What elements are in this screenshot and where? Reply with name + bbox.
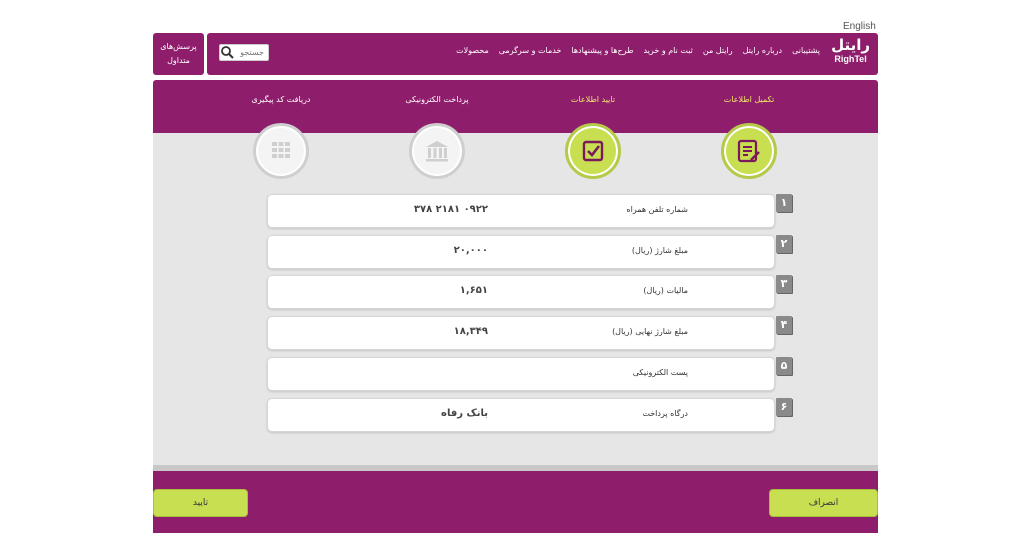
row-label: مبلغ شارژ (ریال) (631, 246, 688, 255)
row-number: ۲ (776, 235, 792, 253)
row-value: ۱,۶۵۱ (459, 285, 488, 296)
row-number: ۳ (776, 275, 792, 293)
faq-label-line2: متداول (167, 56, 190, 65)
info-row-tax: مالیات (ریال) ۱,۶۵۱ (267, 275, 775, 309)
edit-form-icon (737, 139, 760, 163)
nav-item-support[interactable]: پشتیبانی (792, 46, 820, 55)
faq-label-line1: پرسش‌های (160, 42, 197, 51)
step-circle (409, 123, 465, 179)
page: English پرسش‌های متداول محصولات خدمات و … (0, 0, 1024, 544)
step-circle (253, 123, 309, 179)
step-label: تایید اطلاعات (570, 95, 616, 104)
nav-item-products[interactable]: محصولات (456, 46, 489, 55)
step-label: پرداخت الکترونیکی (405, 95, 469, 104)
row-label: درگاه پرداخت (642, 409, 688, 418)
nav-item-register[interactable]: ثبت نام و خرید (643, 46, 692, 55)
nav-item-about[interactable]: درباره رایتل (743, 46, 782, 55)
main-nav-bar: محصولات خدمات و سرگرمی طرح‌ها و پیشنهاده… (207, 33, 878, 75)
info-row-final-charge: مبلغ شارژ نهایی (ریال) ۱۸,۳۴۹ (267, 316, 775, 350)
step-circle (565, 123, 621, 179)
nav-item-services[interactable]: خدمات و سرگرمی (499, 46, 562, 55)
row-value: بانک رفاه (441, 408, 488, 419)
step-label: دریافت کد پیگیری (251, 95, 311, 104)
step-label: تکمیل اطلاعات (723, 95, 775, 104)
info-row-email: پست الکترونیکی (267, 357, 775, 391)
row-label: مالیات (ریال) (643, 286, 688, 295)
row-value: ۰۹۲۲ ۲۱۸۱ ۳۷۸ (413, 204, 488, 215)
row-number: ۴ (776, 316, 792, 334)
step-electronic-payment: پرداخت الکترونیکی (377, 93, 497, 179)
language-link-english[interactable]: English (843, 21, 876, 32)
row-value: ۱۸,۳۴۹ (453, 326, 488, 337)
row-value: ۲۰,۰۰۰ (453, 245, 488, 256)
logo-text-en: RighTel (834, 54, 867, 64)
row-number: ۵ (776, 357, 792, 375)
row-label: شماره تلفن همراه (626, 205, 688, 214)
info-row-phone: شماره تلفن همراه ۰۹۲۲ ۲۱۸۱ ۳۷۸ (267, 194, 775, 228)
row-number: ۶ (776, 398, 792, 416)
nav-item-my-rightel[interactable]: رایتل من (703, 46, 733, 55)
rightel-logo[interactable]: رایتل RighTel (831, 37, 870, 65)
logo-text-fa: رایتل (831, 36, 870, 54)
step-circle (721, 123, 777, 179)
nav-menu: محصولات خدمات و سرگرمی طرح‌ها و پیشنهاده… (456, 46, 820, 55)
nav-item-plans[interactable]: طرح‌ها و پیشنهادها (571, 46, 633, 55)
cancel-button[interactable]: انصراف (769, 489, 878, 517)
row-label: پست الکترونیکی (632, 368, 688, 377)
checkbox-icon (582, 140, 604, 162)
step-complete-info: تکمیل اطلاعات (689, 93, 809, 179)
confirm-button[interactable]: تایید (153, 489, 248, 517)
search-icon[interactable] (220, 45, 235, 60)
row-number: ۱ (776, 194, 792, 212)
info-row-charge-amount: مبلغ شارژ (ریال) ۲۰,۰۰۰ (267, 235, 775, 269)
row-label: مبلغ شارژ نهایی (ریال) (612, 327, 688, 336)
bank-icon (426, 141, 448, 162)
info-row-payment-gateway: درگاه پرداخت بانک رفاه (267, 398, 775, 432)
keypad-icon (272, 142, 290, 158)
step-confirm-info: تایید اطلاعات (533, 93, 653, 179)
step-receive-tracking-code: دریافت کد پیگیری (221, 93, 341, 179)
faq-button[interactable]: پرسش‌های متداول (153, 33, 204, 75)
